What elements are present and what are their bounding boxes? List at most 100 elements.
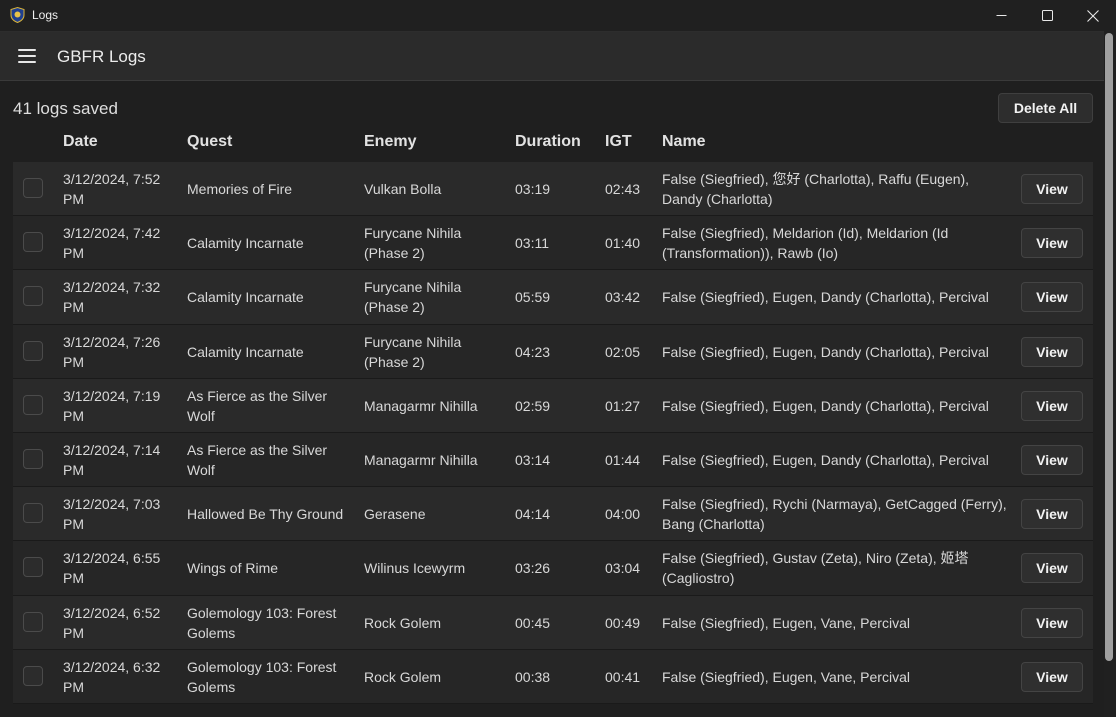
row-date: 3/12/2024, 6:52 PM	[63, 604, 161, 641]
row-party-names: False (Siegfried), Eugen, Vane, Percival	[662, 668, 910, 685]
table-row[interactable]: 3/12/2024, 7:19 PM As Fierce as the Silve…	[13, 378, 1093, 433]
row-quest: Golemology 103: Forest Golems	[187, 658, 337, 695]
row-select-checkbox[interactable]	[23, 178, 43, 198]
app-header: GBFR Logs	[0, 31, 1116, 81]
row-quest: Calamity Incarnate	[187, 235, 304, 252]
row-select-checkbox[interactable]	[23, 340, 43, 361]
row-select-checkbox[interactable]	[23, 611, 43, 632]
title-bar: Logs	[0, 0, 1116, 31]
row-igt: 01:44	[605, 451, 641, 468]
row-quest: Wings of Rime	[187, 560, 279, 577]
row-party-names: False (Siegfried), Gustav (Zeta), Niro (…	[662, 550, 969, 587]
view-log-button[interactable]: View	[1021, 390, 1083, 421]
row-igt: 01:40	[605, 235, 641, 252]
row-select-checkbox[interactable]	[23, 503, 43, 524]
column-header-igt[interactable]: IGT	[605, 133, 632, 151]
row-igt: 01:27	[605, 397, 641, 414]
row-enemy: Managarmr Nihilla	[364, 397, 478, 414]
row-date: 3/12/2024, 7:19 PM	[63, 387, 161, 424]
row-duration: 03:19	[515, 181, 551, 197]
row-date: 3/12/2024, 7:03 PM	[63, 496, 161, 533]
view-log-button[interactable]: View	[1021, 499, 1083, 530]
maximize-icon	[1041, 10, 1053, 21]
row-select-checkbox[interactable]	[23, 448, 43, 469]
table-row[interactable]: 3/12/2024, 7:32 PM Calamity Incarnate Fury…	[13, 270, 1093, 325]
hamburger-icon-line	[18, 61, 36, 63]
table-row[interactable]: 3/12/2024, 7:52 PM Memories of Fire Vulkan…	[13, 162, 1093, 217]
row-duration: 04:23	[515, 343, 551, 360]
column-header-name[interactable]: Name	[662, 133, 706, 151]
row-duration: 03:26	[515, 560, 551, 577]
row-party-names: False (Siegfried), Rychi (Narmaya), GetC…	[662, 496, 1007, 533]
column-header-date[interactable]: Date	[63, 133, 98, 151]
scrollbar-thumb[interactable]	[1105, 33, 1113, 661]
hamburger-menu-button[interactable]	[12, 42, 42, 72]
row-quest: Golemology 103: Forest Golems	[187, 604, 337, 641]
row-date: 3/12/2024, 7:42 PM	[63, 225, 161, 262]
row-quest: As Fierce as the Silver Wolf	[187, 441, 328, 478]
hamburger-icon	[18, 49, 36, 51]
row-enemy: Rock Golem	[364, 614, 442, 631]
row-duration: 00:38	[515, 668, 551, 685]
minimize-icon	[996, 15, 1006, 16]
row-date: 3/12/2024, 7:52 PM	[63, 171, 161, 207]
row-party-names: False (Siegfried), Eugen, Dandy (Charlot…	[662, 451, 989, 468]
row-igt: 03:42	[605, 289, 641, 306]
view-log-button[interactable]: View	[1021, 174, 1083, 204]
table-row[interactable]: 3/12/2024, 6:55 PM Wings of Rime Wilinus I…	[13, 541, 1093, 596]
row-party-names: False (Siegfried), Meldarion (Id), Melda…	[662, 225, 949, 262]
view-log-button[interactable]: View	[1021, 661, 1083, 692]
row-quest: As Fierce as the Silver Wolf	[187, 387, 328, 424]
row-duration: 04:14	[515, 506, 551, 523]
logs-count-label: 41 logs saved	[13, 99, 118, 118]
table-row[interactable]: 3/12/2024, 6:52 PM Golemology 103: Forest…	[13, 595, 1093, 650]
view-log-button[interactable]: View	[1021, 336, 1083, 367]
view-log-button[interactable]: View	[1021, 553, 1083, 584]
app-logo-icon	[10, 7, 25, 23]
column-header-duration[interactable]: Duration	[515, 133, 581, 151]
column-header-enemy[interactable]: Enemy	[364, 133, 416, 151]
hamburger-icon-line	[18, 55, 36, 57]
table-row[interactable]: 3/12/2024, 6:32 PM Golemology 103: Forest…	[13, 649, 1093, 704]
logs-table: 3/12/2024, 7:52 PM Memories of Fire Vulkan…	[13, 162, 1093, 704]
table-row[interactable]: 3/12/2024, 7:03 PM Hallowed Be Thy Ground…	[13, 487, 1093, 542]
row-duration: 03:14	[515, 451, 551, 468]
row-enemy: Vulkan Bolla	[364, 181, 442, 197]
row-igt: 03:04	[605, 560, 641, 577]
delete-all-button[interactable]: Delete All	[998, 93, 1093, 123]
row-enemy: Gerasene	[364, 506, 426, 523]
row-igt: 00:49	[605, 614, 641, 631]
row-igt: 00:41	[605, 668, 641, 685]
table-row[interactable]: 3/12/2024, 7:42 PM Calamity Incarnate Fury…	[13, 216, 1093, 271]
app-name: GBFR Logs	[57, 47, 146, 66]
row-enemy: Furycane Nihila (Phase 2)	[364, 279, 462, 316]
view-log-button[interactable]: View	[1021, 228, 1083, 259]
row-party-names: False (Siegfried), Eugen, Dandy (Charlot…	[662, 397, 989, 414]
view-log-button[interactable]: View	[1021, 607, 1083, 638]
row-igt: 02:43	[605, 181, 641, 197]
row-party-names: False (Siegfried), Eugen, Dandy (Charlot…	[662, 343, 989, 360]
row-date: 3/12/2024, 7:26 PM	[63, 333, 161, 370]
row-quest: Hallowed Be Thy Ground	[187, 506, 344, 523]
row-select-checkbox[interactable]	[23, 394, 43, 415]
view-log-button[interactable]: View	[1021, 282, 1083, 313]
row-date: 3/12/2024, 7:32 PM	[63, 279, 161, 316]
row-select-checkbox[interactable]	[23, 665, 43, 686]
row-select-checkbox[interactable]	[23, 286, 43, 307]
row-party-names: False (Siegfried), Eugen, Vane, Percival	[662, 614, 910, 631]
view-log-button[interactable]: View	[1021, 444, 1083, 475]
table-row[interactable]: 3/12/2024, 7:14 PM As Fierce as the Silve…	[13, 432, 1093, 488]
maximize-button[interactable]	[1024, 0, 1070, 31]
row-duration: 00:45	[515, 614, 551, 631]
row-select-checkbox[interactable]	[23, 232, 43, 253]
row-date: 3/12/2024, 7:14 PM	[63, 441, 161, 478]
row-date: 3/12/2024, 6:32 PM	[63, 658, 161, 695]
row-duration: 03:11	[515, 235, 549, 252]
table-row[interactable]: 3/12/2024, 7:26 PM Calamity Incarnate Fury…	[13, 324, 1093, 379]
row-quest: Memories of Fire	[187, 181, 293, 197]
row-select-checkbox[interactable]	[23, 557, 43, 578]
close-button[interactable]	[1070, 0, 1116, 31]
minimize-button[interactable]	[978, 0, 1024, 31]
column-header-quest[interactable]: Quest	[187, 133, 232, 151]
logs-content: 41 logs saved Delete All Date Quest Enem…	[0, 81, 1104, 717]
